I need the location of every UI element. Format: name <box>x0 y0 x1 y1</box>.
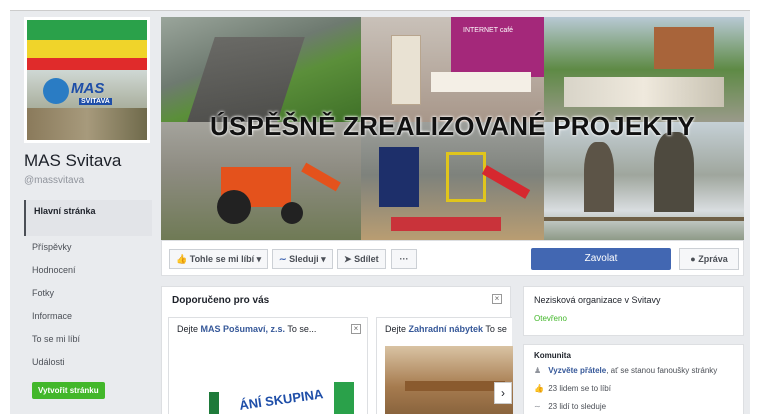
road-shape <box>187 37 305 122</box>
suggestion-name[interactable]: Zahradní nábytek <box>409 324 484 334</box>
share-label: Sdílet <box>354 254 379 264</box>
logo-green-stripe <box>27 20 147 42</box>
left-column: MAS SVITAVA MAS Svitava @massvitava Hlav… <box>24 17 164 399</box>
invite-text: , ať se stanou fanoušky stránky <box>606 366 718 375</box>
invite-friends-link[interactable]: Vyzvěte přátele <box>548 366 606 375</box>
message-label: Zpráva <box>698 254 728 264</box>
logo-yellow-stripe <box>27 40 147 60</box>
cover-tile-road <box>161 17 361 122</box>
tractor-wheel <box>217 190 251 224</box>
share-arrow-icon: ➤ <box>344 254 352 264</box>
page-title[interactable]: MAS Svitava <box>24 151 164 171</box>
close-icon[interactable]: × <box>351 324 361 334</box>
logo-bar <box>209 392 219 414</box>
page-nav: Hlavní stránka Příspěvky Hodnocení Fotky… <box>24 200 152 374</box>
tree-2 <box>654 132 694 212</box>
logo-emblem-icon <box>43 78 69 104</box>
recommended-title: Doporučeno pro vás <box>172 295 270 306</box>
page-action-bar: 👍 Tohle se mi líbí ▾ ∼ Sleduji ▾ ➤ Sdíle… <box>161 240 744 276</box>
nav-item-events[interactable]: Události <box>24 351 152 374</box>
nav-item-about[interactable]: Informace <box>24 305 152 328</box>
call-button[interactable]: Zavolat <box>531 248 671 270</box>
follows-count[interactable]: 23 lidí to sleduje <box>548 402 606 411</box>
logo-subtext: SVITAVA <box>79 98 112 105</box>
logo-red-stripe <box>27 58 147 70</box>
cover-title: ÚSPĚŠNĚ ZREALIZOVANÉ PROJEKTY <box>210 111 695 141</box>
more-button[interactable]: ··· <box>391 249 417 269</box>
play-slide <box>481 165 531 199</box>
cafe-table <box>431 72 531 92</box>
community-panel: Komunita ♟ Vyzvěte přátele, ať se stanou… <box>523 344 744 414</box>
chapel <box>654 27 714 69</box>
next-arrow-icon[interactable]: › <box>494 382 512 404</box>
play-ground <box>391 217 501 231</box>
community-title: Komunita <box>534 351 571 360</box>
suggestion-suffix: To se... <box>287 324 317 334</box>
table-top <box>405 381 505 391</box>
open-status: Otevřeno <box>534 314 567 323</box>
suggestion-name[interactable]: MAS Pošumaví, z.s. <box>201 324 286 334</box>
suggestion-text: Dejte Zahradní nábytek To se <box>377 318 512 340</box>
thumbs-up-icon: 👍 <box>534 384 544 393</box>
close-icon[interactable]: × <box>492 294 502 304</box>
invite-row: ♟ Vyzvěte přátele, ať se stanou fanoušky… <box>534 366 733 375</box>
cafe-shelf <box>391 35 421 105</box>
logo-text: MAS <box>71 80 105 97</box>
logo-town <box>27 108 147 140</box>
facebook-page: MAS SVITAVA MAS Svitava @massvitava Hlav… <box>10 10 750 414</box>
suggestion-image-text: ÁNÍ SKUPINA <box>238 386 325 413</box>
people-icon: ♟ <box>534 366 542 375</box>
nav-item-likes[interactable]: To se mi líbí <box>24 328 152 351</box>
cafe-wall <box>451 17 544 77</box>
page-info: Nezisková organizace v Svitavy Otevřeno <box>523 286 744 336</box>
play-frame <box>446 152 486 202</box>
suggestion-text: Dejte MAS Pošumaví, z.s. To se... <box>169 318 367 340</box>
play-house <box>379 147 419 207</box>
follow-button[interactable]: ∼ Sleduji ▾ <box>272 249 333 269</box>
thumbs-up-icon: 👍 <box>176 254 188 264</box>
cover-tile-cafe: INTERNET café <box>361 17 544 122</box>
suggestion-card[interactable]: Dejte MAS Pošumaví, z.s. To se... × ÁNÍ … <box>168 317 368 414</box>
suggestion-suffix: To se <box>485 324 507 334</box>
nav-item-photos[interactable]: Fotky <box>24 282 152 305</box>
chevron-down-icon: ▾ <box>256 254 262 264</box>
rss-icon: ∼ <box>534 402 541 411</box>
create-page-button[interactable]: Vytvořit stránku <box>32 382 105 399</box>
logo-green-block <box>334 382 354 414</box>
cover-photo[interactable]: INTERNET café ÚSPĚŠNĚ ZREALIZOVANÉ PROJE… <box>161 17 744 240</box>
tree <box>584 142 614 212</box>
page-category: Nezisková organizace v Svitavy <box>534 295 661 305</box>
rss-icon: ∼ <box>279 254 287 264</box>
likes-row: 👍 23 lidem se to líbí <box>534 384 733 393</box>
profile-picture[interactable]: MAS SVITAVA <box>24 17 150 143</box>
fence <box>544 217 744 221</box>
nav-item-home[interactable]: Hlavní stránka <box>24 200 152 236</box>
nav-item-posts[interactable]: Příspěvky <box>24 236 152 259</box>
likes-count[interactable]: 23 lidem se to líbí <box>548 384 611 393</box>
share-button[interactable]: ➤ Sdílet <box>337 249 386 269</box>
nav-item-reviews[interactable]: Hodnocení <box>24 259 152 282</box>
like-label: Tohle se mi líbí <box>189 254 255 264</box>
chevron-down-icon: ▾ <box>321 254 326 264</box>
page-handle[interactable]: @massvitava <box>24 175 164 186</box>
tractor-wheel-small <box>281 202 303 224</box>
cafe-sign: INTERNET café <box>463 27 514 34</box>
messenger-icon: ● <box>690 254 696 264</box>
suggestion-prefix: Dejte <box>385 324 407 334</box>
suggestion-prefix: Dejte <box>177 324 199 334</box>
follows-row: ∼ 23 lidí to sleduje <box>534 402 733 411</box>
suggestion-card[interactable]: Dejte Zahradní nábytek To se › <box>376 317 513 414</box>
follow-label: Sleduji <box>289 254 319 264</box>
recommended-panel: Doporučeno pro vás × Dejte MAS Pošumaví,… <box>161 286 513 414</box>
tractor-arm <box>301 162 341 192</box>
like-button[interactable]: 👍 Tohle se mi líbí ▾ <box>169 249 269 269</box>
suggestion-image: ÁNÍ SKUPINA <box>209 378 359 414</box>
graves <box>564 77 724 107</box>
message-button[interactable]: ● Zpráva <box>679 248 739 270</box>
cover-tile-cemetery <box>544 17 744 122</box>
